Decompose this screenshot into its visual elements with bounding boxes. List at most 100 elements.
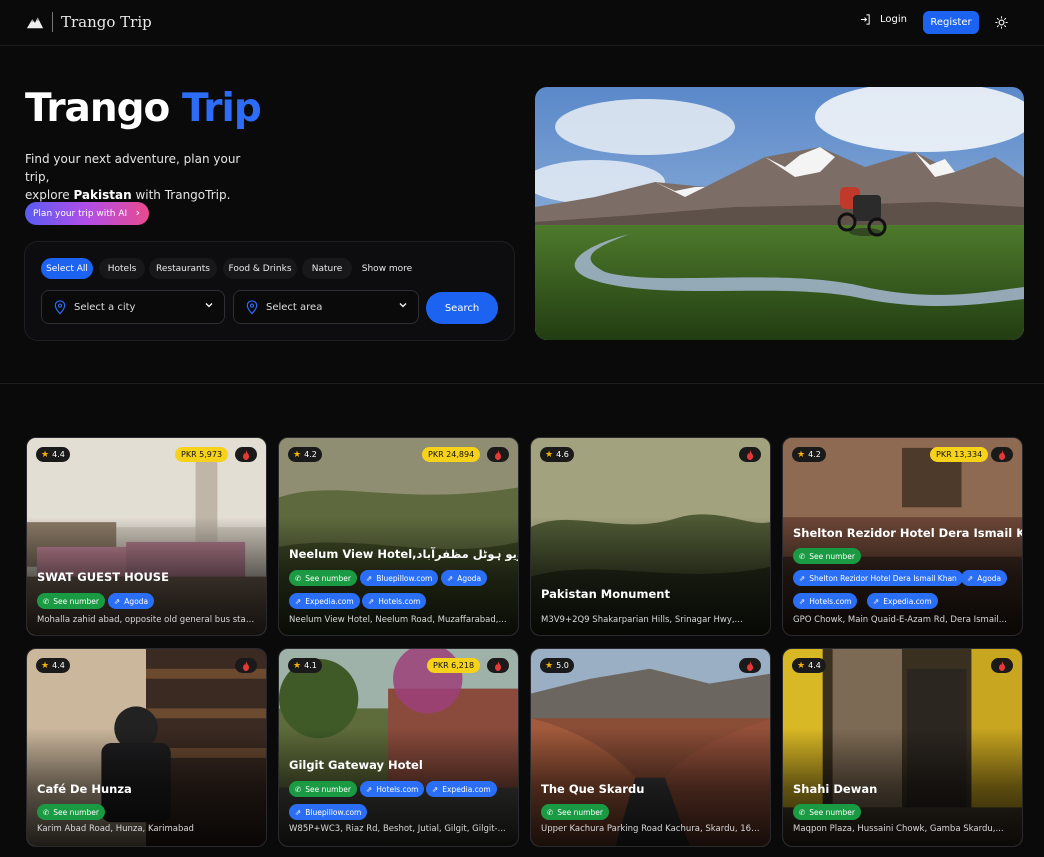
agoda-link-tag[interactable]: ⇗ Agoda (961, 570, 1008, 586)
see-number-tag[interactable]: ✆ See number (793, 804, 861, 820)
see-number-tag[interactable]: ✆ See number (793, 548, 861, 564)
fire-icon (999, 449, 1005, 460)
section-divider (0, 383, 1044, 384)
rating-value: 4.2 (304, 450, 317, 459)
see-number-tag[interactable]: ✆ See number (289, 781, 357, 797)
hotels-link-tag[interactable]: ⇗ Hotels.com (793, 593, 858, 609)
expedia-link-tag[interactable]: ⇗ Expedia.com (426, 781, 497, 797)
rating-value: 4.6 (556, 450, 569, 459)
place-card[interactable]: ★ 4.6 Pakistan Monument M3V9+2Q9 Shakarpa… (530, 437, 771, 636)
city-select[interactable]: Select a city (41, 290, 225, 324)
tag-label: See number (809, 807, 855, 817)
card-address: M3V9+2Q9 Shakarparian Hills, Srinagar Hw… (541, 615, 743, 625)
place-card[interactable]: ★ 4.4 Café De Hunza ✆ See number Karim Aba… (26, 648, 267, 847)
plan-trip-ai-button[interactable]: Plan your trip with AI › (25, 202, 149, 225)
tag-label: Hotels.com (378, 596, 421, 606)
tag-label: See number (305, 573, 351, 583)
expedia-link-tag[interactable]: ⇗ Expedia.com (289, 593, 360, 609)
card-title: Shahi Dewan (793, 782, 878, 796)
star-icon: ★ (797, 660, 806, 671)
area-select[interactable]: Select area (233, 290, 419, 324)
phone-icon: ✆ (43, 596, 50, 606)
external-link-icon: ⇗ (366, 573, 373, 583)
star-icon: ★ (41, 660, 50, 671)
phone-icon: ✆ (295, 573, 302, 583)
hero-subtitle-bold: Pakistan (73, 188, 132, 202)
tag-label: Agoda (977, 573, 1002, 583)
phone-icon: ✆ (799, 807, 806, 817)
hero-subtitle-line1: Find your next adventure, plan your trip… (25, 152, 241, 184)
location-pin-icon (54, 300, 66, 315)
shelton-link-tag[interactable]: ⇗ Shelton Rezidor Hotel Dera Ismail Khan (793, 570, 963, 586)
see-number-tag[interactable]: ✆ See number (37, 593, 105, 609)
card-title: The Que Skardu (541, 782, 645, 796)
login-link[interactable]: Login (860, 14, 907, 25)
price-badge: PKR 13,334 (930, 447, 989, 462)
chip-nature[interactable]: Nature (302, 258, 352, 279)
rating-badge: ★ 4.6 (540, 447, 574, 462)
expedia-link-tag[interactable]: ⇗ Expedia.com (867, 593, 938, 609)
search-panel: Select All Hotels Restaurants Food & Dri… (24, 241, 515, 341)
fire-icon[interactable] (739, 658, 761, 673)
tag-label: Agoda (124, 596, 149, 606)
hotels-link-tag[interactable]: ⇗ Hotels.com (362, 593, 427, 609)
place-card[interactable]: ★4.2 PKR 24,894 Neelum View Hotel,نیلم و… (278, 437, 519, 636)
area-select-label: Select area (266, 302, 323, 313)
hero-title-part1: Trango (25, 86, 170, 131)
price-badge: PKR 6,218 (427, 658, 481, 673)
fire-icon[interactable] (487, 658, 509, 673)
fire-icon[interactable] (739, 447, 761, 462)
chip-hotels[interactable]: Hotels (99, 258, 145, 279)
see-number-tag[interactable]: ✆ See number (37, 804, 105, 820)
top-navbar: Trango Trip Login Register (0, 0, 1044, 46)
chip-select-all[interactable]: Select All (41, 258, 93, 279)
bluepillow-link-tag[interactable]: ⇗ Bluepillow.com (289, 804, 368, 820)
tag-label: Shelton Rezidor Hotel Dera Ismail Khan (809, 573, 957, 583)
chip-food-drinks[interactable]: Food & Drinks (223, 258, 297, 279)
tag-label: Agoda (457, 573, 482, 583)
tag-label: Expedia.com (883, 596, 932, 606)
brand-name: Trango Trip (61, 13, 152, 31)
price-badge: PKR 24,894 (422, 447, 481, 462)
sun-theme-toggle-icon[interactable] (995, 16, 1008, 29)
fire-icon[interactable] (991, 658, 1013, 673)
fire-icon[interactable] (235, 658, 257, 673)
chip-show-more[interactable]: Show more (357, 258, 417, 279)
fire-icon[interactable] (487, 447, 509, 462)
see-number-tag[interactable]: ✆ See number (289, 570, 357, 586)
phone-icon: ✆ (295, 784, 302, 794)
rating-value: 5.0 (556, 661, 569, 670)
brand-logo[interactable]: Trango Trip (26, 12, 152, 32)
card-overlay (531, 438, 770, 635)
tag-label: See number (557, 807, 603, 817)
star-icon: ★ (293, 660, 302, 671)
card-address: W85P+WC3, Riaz Rd, Beshot, Jutial, Gilgi… (289, 824, 506, 834)
card-title: SWAT GUEST HOUSE (37, 570, 169, 584)
search-button[interactable]: Search (426, 292, 498, 324)
tag-label: Hotels.com (376, 784, 419, 794)
place-card[interactable]: ★ 5.0 The Que Skardu ✆ See number Upper Ka… (530, 648, 771, 847)
agoda-link-tag[interactable]: ⇗ Agoda (108, 593, 155, 609)
register-button[interactable]: Register (923, 11, 979, 34)
chip-restaurants[interactable]: Restaurants (149, 258, 217, 279)
fire-icon[interactable] (235, 447, 257, 462)
card-address: Karim Abad Road, Hunza, Karimabad (37, 824, 194, 834)
fire-icon (243, 449, 249, 460)
fire-icon (495, 449, 501, 460)
fire-icon[interactable] (991, 447, 1013, 462)
external-link-icon: ⇗ (366, 784, 373, 794)
place-card[interactable]: ★ 4.1 PKR 6,218 Gilgit Gateway Hotel ✆ See… (278, 648, 519, 847)
place-card[interactable]: ★ 4.4 PKR 5,973 SWAT GUEST HOUSE ✆ See num… (26, 437, 267, 636)
place-card[interactable]: ★ 4.2 PKR 13,334 Shelton Rezidor Hotel De… (782, 437, 1023, 636)
bluepillow-link-tag[interactable]: ⇗ Bluepillow.com (360, 570, 439, 586)
star-icon: ★ (293, 449, 302, 460)
rating-value: 4.4 (52, 450, 65, 459)
external-link-icon: ⇗ (799, 596, 806, 606)
agoda-link-tag[interactable]: ⇗ Agoda (441, 570, 488, 586)
see-number-tag[interactable]: ✆ See number (541, 804, 609, 820)
hotels-link-tag[interactable]: ⇗ Hotels.com (360, 781, 425, 797)
fire-icon (999, 660, 1005, 671)
tag-label: See number (53, 596, 99, 606)
place-card[interactable]: ★ 4.4 Shahi Dewan ✆ See number Maqpon Plaz… (782, 648, 1023, 847)
rating-value: 4.4 (808, 661, 821, 670)
